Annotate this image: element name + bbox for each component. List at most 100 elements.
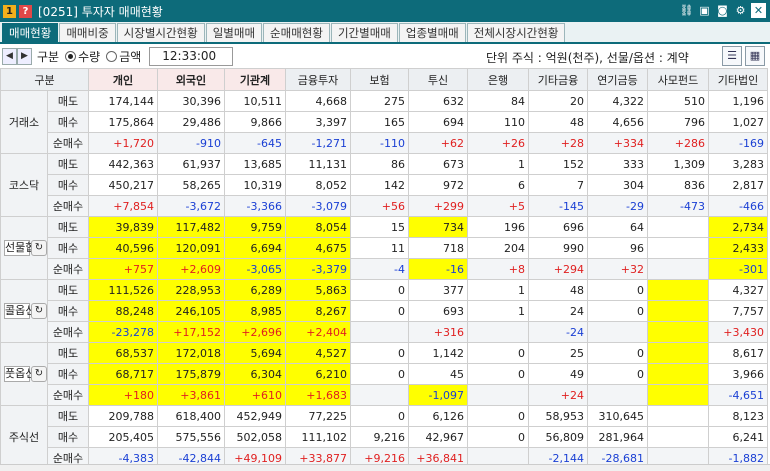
table-cell: +26 [467,132,529,154]
column-header[interactable]: 기타법인 [708,68,768,91]
column-header[interactable]: 기타금융 [528,68,588,91]
number-one-icon[interactable]: 1 [3,4,16,18]
table-cell: 1 [467,153,529,175]
table-cell: 61,937 [157,153,225,175]
table-cell [647,426,709,448]
refresh-icon[interactable]: ↻ [31,366,47,382]
table-cell: 9,759 [224,216,286,238]
link-icon[interactable]: ⛓ [679,3,694,18]
table-row: 순매수 +757 +2,609 -3,065 -3,379 -4 -16 +8 +294 +32 -… [1,258,768,280]
tab-5[interactable]: 순매매현황 [263,23,330,42]
window-icon[interactable]: ▣ [697,3,712,18]
bottom-scrollbar[interactable] [0,464,770,471]
table-cell: 25 [528,342,588,364]
table-view-icon[interactable]: ☰ [722,46,742,66]
group-button[interactable]: 선물합산 ↻ [4,240,47,256]
table-cell: +294 [528,258,588,280]
table-cell: 6,126 [408,405,468,427]
group-label[interactable]: 풋옵션 [4,366,35,382]
column-header[interactable]: 은행 [467,68,529,91]
tab-8[interactable]: 전체시장시간현황 [466,23,566,42]
gear-icon[interactable]: ⚙ [733,3,748,18]
excel-icon[interactable]: ▦ [745,46,765,66]
table-cell: 20 [528,90,588,112]
table-cell: 632 [408,90,468,112]
column-header[interactable]: 외국인 [157,68,225,91]
table-cell: 39,839 [88,216,158,238]
table-cell: 48 [528,279,588,301]
group-4[interactable]: 콜옵션 ↻ [0,279,48,343]
table-cell [647,216,709,238]
table-cell: 8,123 [708,405,768,427]
tab-6[interactable]: 기간별매매 [330,23,398,42]
tab-2[interactable]: 매매비중 [59,23,116,42]
column-header[interactable]: 사모펀드 [647,68,709,91]
group-button[interactable]: 풋옵션 ↻ [4,366,47,382]
table-row: 주식선 매도 209,788 618,400 452,949 77,225 0 6,126 0 5… [0,405,768,469]
table-row: 선물합산 ↻ 매도 39,839 117,482 9,759 8,054 15 734 196 69… [0,216,768,280]
table-cell: 7 [528,174,588,196]
table-row: 순매수 +180 +3,861 +610 +1,683 -1,097 +24 -4,651 [1,384,768,406]
refresh-icon[interactable]: ↻ [31,303,47,319]
table-cell: 275 [350,90,409,112]
table-cell: 246,105 [157,300,225,322]
table-cell: +180 [88,384,158,406]
group-5[interactable]: 풋옵션 ↻ [0,342,48,406]
refresh-icon[interactable]: ↻ [31,240,47,256]
table-cell: -645 [224,132,286,154]
column-header[interactable]: 구분 [0,68,89,91]
table-cell: 110 [467,111,529,133]
table-row: 매수 175,864 29,486 9,866 3,397 165 694 110 48 4,65… [1,111,768,133]
tab-3[interactable]: 시장별시간현황 [116,23,205,42]
tab-7[interactable]: 업종별매매 [398,23,466,42]
radio-quantity[interactable]: 수량 [65,48,100,65]
column-header[interactable]: 연기금등 [587,68,648,91]
tab-1[interactable]: 매매현황 [2,23,59,42]
table-cell: +24 [528,384,588,406]
close-icon[interactable]: ✕ [751,3,766,18]
group-label[interactable]: 선물합산 [4,240,45,256]
column-header[interactable]: 개인 [88,68,158,91]
table-cell: 49 [528,363,588,385]
group-button[interactable]: 콜옵션 ↻ [4,303,47,319]
table-cell: 1 [467,279,529,301]
help-icon[interactable]: ? [19,4,32,18]
table-cell: +56 [350,195,409,217]
table-cell: 450,217 [88,174,158,196]
table-cell: 24 [528,300,588,322]
table-cell: +3,430 [708,321,768,343]
table-cell: 6,304 [224,363,286,385]
column-header[interactable]: 기관계 [224,68,286,91]
table-cell: 510 [647,90,709,112]
table-cell: 4,322 [587,90,648,112]
table-cell [647,384,709,406]
radio-quantity-dot[interactable] [65,50,77,62]
group-3[interactable]: 선물합산 ↻ [0,216,48,280]
time-input[interactable]: 12:33:00 [149,46,234,66]
table-row: 매수 68,717 175,879 6,304 6,210 0 45 0 49 0 3,966 [1,363,768,385]
radio-quantity-label: 수량 [78,49,101,64]
table-cell: 204 [467,237,529,259]
camera-icon[interactable]: ◙ [715,3,730,18]
table-cell: -3,065 [224,258,286,280]
table-cell: 0 [587,363,648,385]
tab-4[interactable]: 일별매매 [205,23,263,42]
table-cell: 0 [350,405,409,427]
row-label: 매수 [47,111,89,133]
column-header[interactable]: 금융투자 [285,68,351,91]
prev-arrow-icon[interactable]: ◀ [2,47,17,65]
group-label[interactable]: 콜옵션 [4,303,35,319]
table-cell: 13,685 [224,153,286,175]
table-cell: 64 [587,216,648,238]
table-cell: 209,788 [88,405,158,427]
column-header[interactable]: 투신 [408,68,468,91]
table-cell [647,300,709,322]
row-label: 순매수 [47,195,89,217]
table-cell: -110 [350,132,409,154]
radio-amount-dot[interactable] [106,50,118,62]
toolbar: ◀ ▶ 구분 수량 금액 12:33:00 단위 주식 : 억원(천주), 선물… [0,44,770,68]
table-cell: 88,248 [88,300,158,322]
next-arrow-icon[interactable]: ▶ [17,47,32,65]
column-header[interactable]: 보험 [350,68,409,91]
radio-amount[interactable]: 금액 [106,48,141,65]
